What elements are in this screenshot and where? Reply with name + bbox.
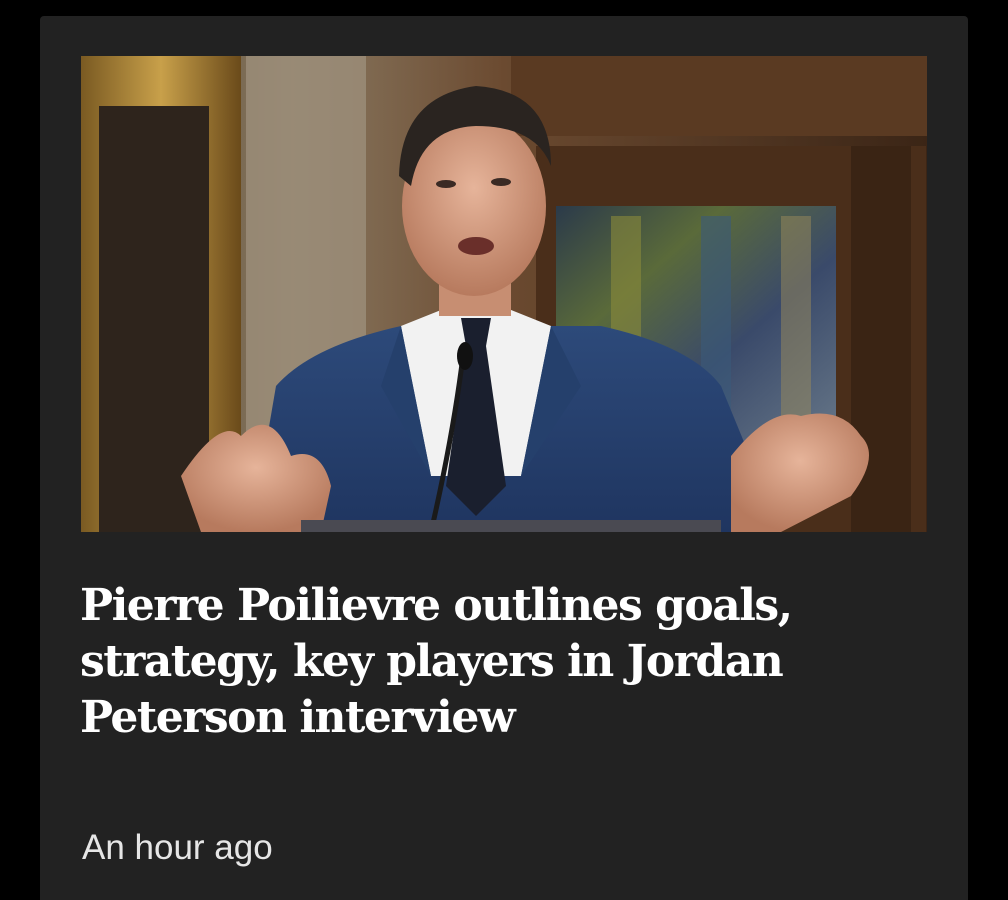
article-headline[interactable]: Pierre Poilievre outlines goals, strateg…: [80, 578, 940, 746]
news-feed-screen: Pierre Poilievre outlines goals, strateg…: [0, 0, 1008, 900]
news-article-card[interactable]: Pierre Poilievre outlines goals, strateg…: [40, 16, 968, 900]
article-photo-image: [81, 56, 927, 532]
article-timestamp: An hour ago: [82, 828, 273, 867]
article-photo[interactable]: [81, 56, 927, 532]
